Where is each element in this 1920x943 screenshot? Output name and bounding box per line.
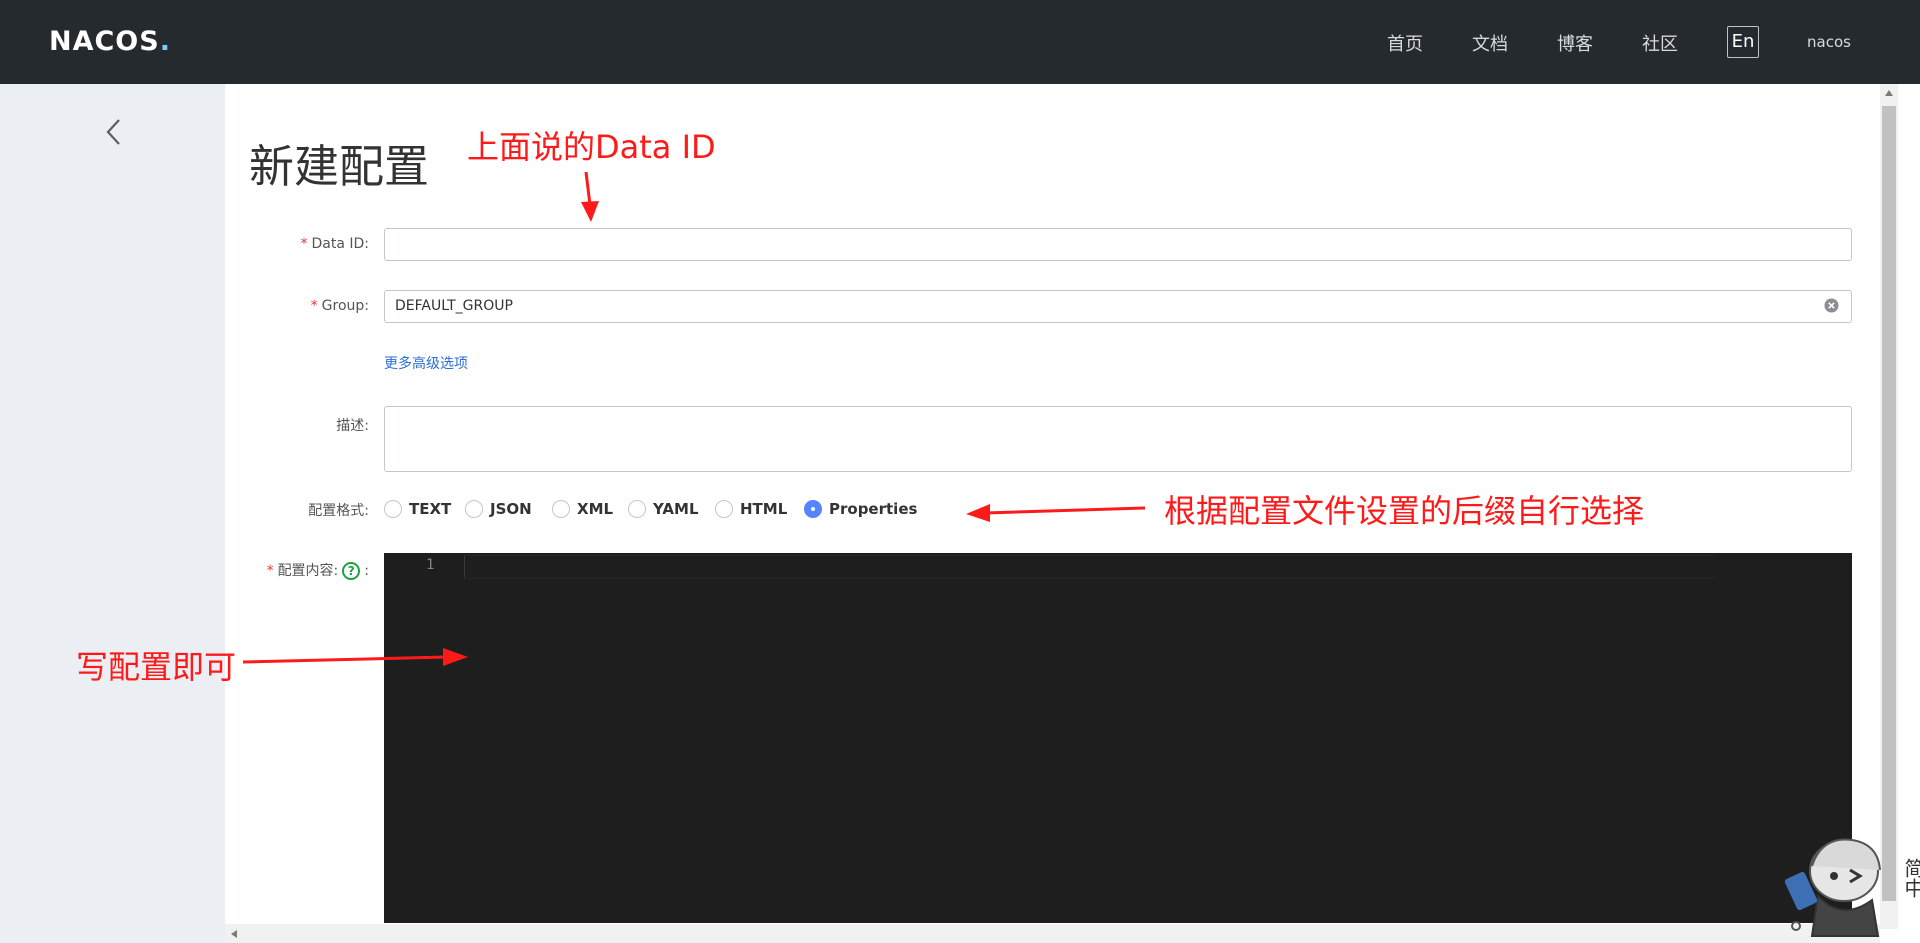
annotation-data-id: 上面说的Data ID — [467, 128, 716, 166]
nav-home[interactable]: 首页 — [1387, 30, 1423, 56]
ime-indicator: 简中 — [1901, 858, 1920, 898]
current-line-highlight — [464, 555, 1714, 579]
mascot-character-icon — [1784, 838, 1881, 937]
format-radio-properties[interactable]: Properties — [804, 498, 917, 520]
format-radio-html[interactable]: HTML — [715, 498, 787, 520]
annotation-content: 写配置即可 — [76, 648, 237, 686]
format-radio-text[interactable]: TEXT — [384, 498, 451, 520]
required-mark: * — [310, 298, 318, 314]
clear-input-icon[interactable] — [1824, 298, 1839, 313]
horizontal-scrollbar[interactable] — [225, 924, 1880, 943]
radio-label: Properties — [829, 500, 918, 518]
window-edge — [1898, 84, 1920, 943]
radio-label: TEXT — [409, 500, 452, 518]
radio-circle[interactable] — [552, 500, 570, 518]
nav-blog[interactable]: 博客 — [1557, 30, 1593, 56]
arrow-left-icon — [966, 504, 1146, 522]
required-mark: * — [300, 236, 308, 252]
group-input[interactable]: DEFAULT_GROUP — [384, 290, 1852, 323]
required-mark: * — [266, 563, 274, 579]
nav-community[interactable]: 社区 — [1642, 30, 1678, 56]
radio-circle[interactable] — [465, 500, 483, 518]
description-label: 描述: — [336, 418, 369, 434]
back-arrow-icon[interactable] — [103, 117, 125, 147]
scroll-left-arrow-icon[interactable] — [231, 930, 237, 938]
logo-dot: . — [159, 26, 171, 57]
radio-circle-selected[interactable] — [804, 500, 822, 518]
data-id-input[interactable] — [384, 228, 1852, 261]
top-navbar: NACOS. 首页 文档 博客 社区 En nacos — [0, 0, 1920, 84]
content-label-text: 配置内容: — [277, 563, 339, 579]
format-label: 配置格式: — [308, 503, 369, 519]
format-radio-xml[interactable]: XML — [552, 498, 613, 520]
content-label-colon: : — [364, 563, 369, 579]
radio-label: JSON — [490, 500, 532, 518]
radio-circle[interactable] — [715, 500, 733, 518]
data-id-label: * Data ID: — [229, 236, 369, 252]
editor-cursor — [464, 555, 465, 577]
description-textarea[interactable] — [384, 406, 1852, 472]
help-icon[interactable]: ? — [342, 562, 361, 580]
format-radio-yaml[interactable]: YAML — [628, 498, 699, 520]
language-toggle-button[interactable]: En — [1727, 26, 1759, 58]
arrow-down-icon — [581, 171, 599, 222]
user-name[interactable]: nacos — [1807, 33, 1851, 51]
scroll-up-arrow-icon[interactable] — [1885, 90, 1893, 96]
scrollbar-thumb[interactable] — [1882, 106, 1896, 901]
logo-text: NACOS — [49, 26, 160, 57]
group-label: * Group: — [229, 298, 369, 314]
config-content-editor[interactable]: 1 — [384, 553, 1852, 923]
data-id-label-text: Data ID: — [311, 236, 369, 252]
radio-label: HTML — [740, 500, 788, 518]
page-title: 新建配置 — [249, 140, 430, 193]
nav-docs[interactable]: 文档 — [1472, 30, 1508, 56]
nacos-logo[interactable]: NACOS. — [49, 26, 171, 57]
radio-label: XML — [577, 500, 614, 518]
radio-circle[interactable] — [384, 500, 402, 518]
line-number: 1 — [426, 557, 435, 573]
radio-circle[interactable] — [628, 500, 646, 518]
vertical-scrollbar[interactable] — [1880, 84, 1898, 929]
group-label-text: Group: — [321, 298, 369, 314]
content-label: * 配置内容:?: — [229, 560, 369, 580]
format-radio-json[interactable]: JSON — [465, 498, 532, 520]
sidebar — [0, 84, 225, 943]
advanced-options-link[interactable]: 更多高级选项 — [384, 353, 468, 373]
radio-label: YAML — [653, 500, 699, 518]
annotation-format: 根据配置文件设置的后缀自行选择 — [1164, 492, 1645, 530]
